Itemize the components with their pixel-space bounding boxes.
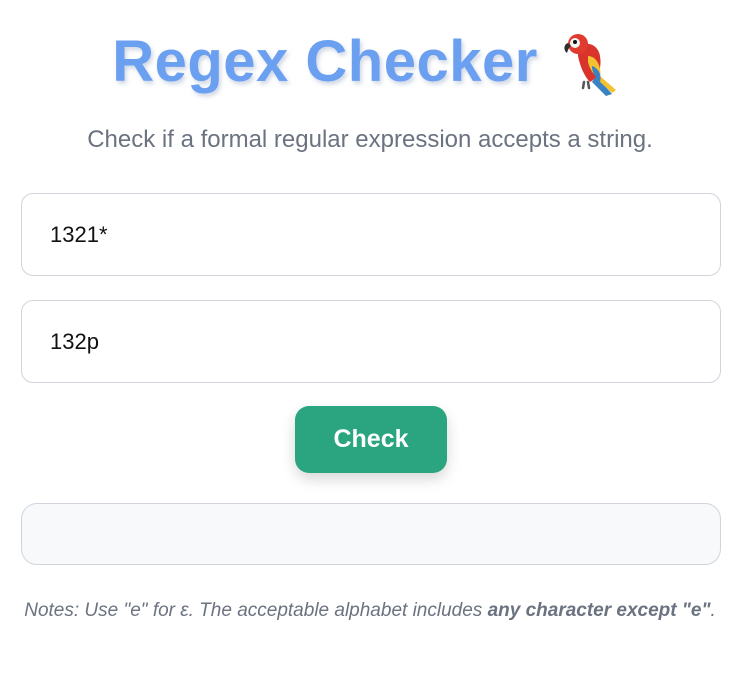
parrot-icon	[556, 26, 628, 98]
regex-checker-page: Regex Checker Check if a formal regular …	[0, 0, 740, 683]
notes-suffix: .	[710, 600, 716, 621]
notes-emphasis: any character except "e"	[487, 600, 711, 621]
check-button[interactable]: Check	[295, 406, 447, 473]
header: Regex Checker	[0, 22, 740, 102]
string-input[interactable]	[21, 300, 721, 383]
notes-text: Notes: Use "e" for ε. The acceptable alp…	[20, 596, 720, 626]
regex-input[interactable]	[21, 193, 721, 276]
page-title: Regex Checker	[112, 29, 538, 94]
page-subtitle: Check if a formal regular expression acc…	[87, 126, 653, 153]
result-box	[21, 503, 721, 565]
notes-prefix: Notes: Use "e" for ε. The acceptable alp…	[24, 600, 488, 621]
